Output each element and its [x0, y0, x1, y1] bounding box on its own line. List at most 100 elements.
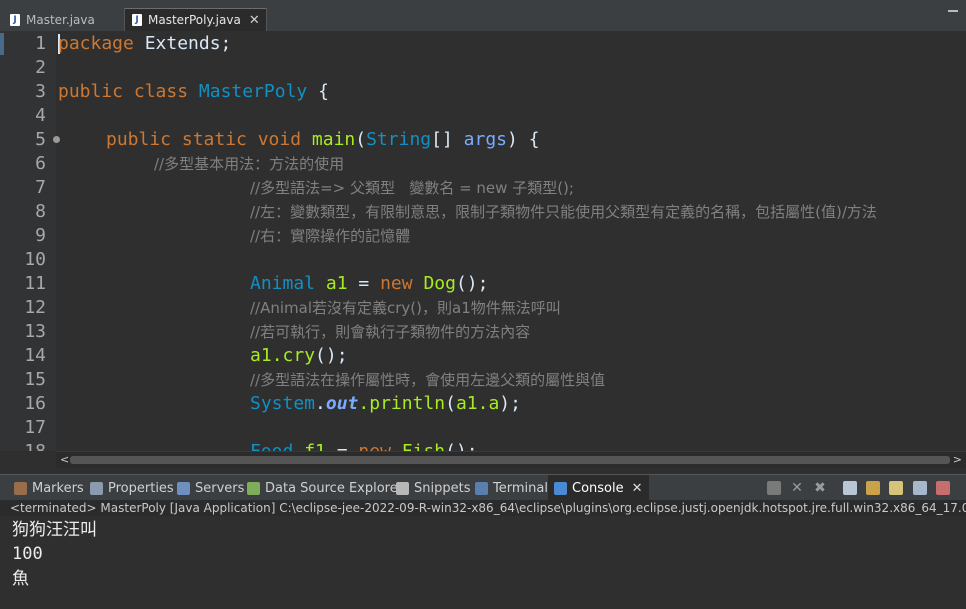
- keyword: new: [358, 441, 391, 451]
- comment: //多型基本用法：方法的使用: [154, 155, 345, 173]
- tab-label: Data Source Explorer: [265, 480, 404, 496]
- line-number: 17: [24, 417, 46, 438]
- code-line: public static void main(String[] args) {: [106, 128, 540, 152]
- fold-marker-icon[interactable]: [53, 136, 60, 143]
- tab-data-source-explorer[interactable]: Data Source Explorer: [247, 475, 403, 501]
- code-line: Food f1 = new Fish();: [250, 440, 478, 451]
- line-number: 13: [24, 321, 46, 342]
- java-file-icon: J: [10, 13, 20, 26]
- keyword: public static void: [106, 129, 302, 150]
- comment: //左：變數類型，有限制意思，限制子類物件只能使用父類型有定義的名稱，包括屬性(…: [250, 203, 877, 221]
- comment: //多型語法在操作屬性時，會使用左邊父類的屬性與值: [250, 371, 606, 389]
- tab-snippets[interactable]: Snippets: [396, 475, 470, 501]
- tab-masterpoly-java[interactable]: J MasterPoly.java ✕: [124, 8, 267, 31]
- close-icon[interactable]: ✕: [632, 481, 643, 496]
- line-number: 18: [6, 440, 46, 451]
- clear-console-icon[interactable]: [843, 481, 857, 495]
- snippets-icon: [396, 481, 409, 495]
- code-text: ();: [315, 345, 348, 366]
- variable-name: a1: [325, 273, 348, 294]
- code-text: ) {: [507, 129, 540, 150]
- code-text: );: [499, 393, 521, 414]
- code-line: a1.cry();: [250, 344, 348, 368]
- current-line-marker: [0, 33, 4, 55]
- tab-terminal[interactable]: Terminal: [475, 475, 548, 501]
- comment: //右：實際操作的記憶體: [250, 227, 411, 245]
- code-text: (: [445, 393, 456, 414]
- line-number: 4: [35, 105, 46, 126]
- tab-properties[interactable]: Properties: [90, 475, 174, 501]
- console-line: 100: [12, 544, 43, 564]
- line-number: 16: [24, 393, 46, 414]
- line-number: 3: [35, 81, 46, 102]
- properties-icon: [90, 481, 103, 495]
- remove-all-terminated-icon[interactable]: ✖: [813, 481, 827, 495]
- code-text: []: [431, 129, 464, 150]
- tab-label: Servers: [195, 480, 245, 496]
- tab-markers[interactable]: Markers: [14, 475, 84, 501]
- constructor-name: Fish: [402, 441, 445, 451]
- show-on-stderr-icon[interactable]: [936, 481, 950, 495]
- console-icon: [554, 481, 567, 495]
- type-name: Animal: [250, 273, 316, 294]
- show-on-stdout-icon[interactable]: [913, 481, 927, 495]
- code-line: public class MasterPoly {: [58, 80, 329, 104]
- constructor-name: Dog: [423, 273, 456, 294]
- variable-name: f1: [304, 441, 326, 451]
- method-name: main: [311, 129, 356, 150]
- servers-icon: [177, 481, 190, 495]
- static-field: out: [325, 393, 359, 414]
- tab-label: Master.java: [26, 12, 95, 27]
- minimize-icon[interactable]: [948, 10, 958, 12]
- variable-name: a1: [250, 345, 272, 366]
- markers-icon: [14, 481, 27, 495]
- tab-servers[interactable]: Servers: [177, 475, 244, 501]
- line-number: 12: [24, 297, 46, 318]
- tab-label: Snippets: [414, 480, 471, 496]
- close-icon[interactable]: ✕: [249, 13, 260, 28]
- code-line: package Extends;: [58, 32, 231, 56]
- code-line: System.out.println(a1.a);: [250, 392, 521, 416]
- line-number: 10: [24, 249, 46, 270]
- parameter-name: args: [463, 129, 508, 150]
- tab-master-java[interactable]: J Master.java: [10, 8, 120, 31]
- editor-tab-bar: J Master.java J MasterPoly.java ✕: [0, 0, 966, 31]
- scrollbar-thumb[interactable]: [70, 456, 950, 464]
- scroll-right-icon[interactable]: >: [953, 452, 962, 468]
- console-line: 魚: [12, 569, 29, 589]
- code-line: Animal a1 = new Dog();: [250, 272, 488, 296]
- console-launch-description: <terminated> MasterPoly [Java Applicatio…: [0, 500, 966, 516]
- type-name: String: [366, 129, 432, 150]
- line-number: 6: [35, 153, 46, 174]
- scroll-left-icon[interactable]: <: [60, 452, 69, 468]
- line-number: 7: [35, 177, 46, 198]
- line-number: 15: [24, 369, 46, 390]
- code-text: =: [326, 441, 359, 451]
- comment: //若可執行，則會執行子類物件的方法內容: [250, 323, 531, 341]
- tab-console[interactable]: Console ✕: [548, 475, 649, 501]
- code-editor[interactable]: 1 2 3 4 5 6 7 8 9 10 11 12 13 14 15 16 1…: [0, 31, 966, 451]
- tab-label: Properties: [108, 480, 174, 496]
- class-name: MasterPoly: [198, 81, 308, 102]
- code-text: (: [355, 129, 367, 150]
- remove-launch-icon[interactable]: ✕: [790, 481, 804, 495]
- tab-label: Terminal: [493, 480, 548, 496]
- line-number: 2: [35, 57, 46, 78]
- code-text: ();: [455, 273, 489, 294]
- console-output[interactable]: 狗狗汪汪叫 100 魚: [0, 516, 966, 609]
- line-number: 14: [24, 345, 46, 366]
- horizontal-scrollbar[interactable]: < >: [56, 451, 966, 468]
- tab-label: Console: [572, 480, 624, 496]
- line-number: 8: [35, 201, 46, 222]
- comment: //Animal若沒有定義cry()，則a1物件無法呼叫: [250, 299, 561, 317]
- word-wrap-icon[interactable]: [889, 481, 903, 495]
- code-text: Extends;: [133, 33, 232, 54]
- method-name: .cry: [271, 345, 316, 366]
- scroll-lock-icon[interactable]: [866, 481, 880, 495]
- terminal-icon: [475, 481, 488, 495]
- terminate-icon[interactable]: [767, 481, 781, 495]
- tab-label: Markers: [32, 480, 84, 496]
- java-file-icon: J: [132, 14, 142, 26]
- type-name: Food: [250, 441, 293, 451]
- line-number: 11: [24, 273, 46, 294]
